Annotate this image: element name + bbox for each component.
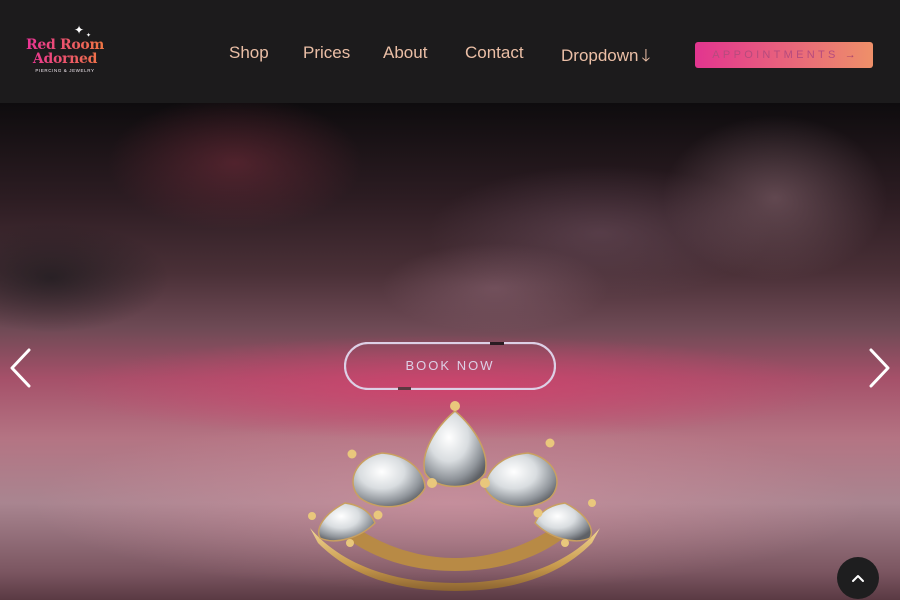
arrow-down-icon: 🡓 — [641, 46, 651, 65]
book-now-label: BOOK NOW — [405, 358, 495, 373]
brand-name-line2: Adorned — [22, 52, 108, 66]
hero-slider: BOOK NOW — [0, 103, 900, 600]
nav-dropdown-label: Dropdown — [561, 46, 639, 65]
brand-logo[interactable]: ✦ ✦ Red Room Adorned PIERCING & JEWELRY — [22, 23, 110, 80]
chevron-up-icon — [852, 575, 864, 582]
nav-dropdown-toggle[interactable]: Dropdown 🡓 — [561, 43, 651, 65]
appointments-button[interactable]: APPOINTMENTS → — [695, 42, 873, 68]
appointments-label: APPOINTMENTS — [712, 49, 839, 61]
book-now-button[interactable]: BOOK NOW — [344, 342, 556, 390]
arrow-right-icon: → — [844, 49, 856, 61]
nav-link-shop[interactable]: Shop — [229, 43, 269, 63]
nav-link-contact[interactable]: Contact — [465, 43, 524, 63]
nav-link-prices[interactable]: Prices — [303, 43, 350, 63]
nav-link-about[interactable]: About — [383, 43, 427, 63]
back-to-top-button[interactable] — [837, 557, 879, 599]
site-header: ✦ ✦ Red Room Adorned PIERCING & JEWELRY … — [0, 0, 900, 103]
jewelry-image — [300, 393, 610, 593]
chevron-right-icon[interactable] — [866, 346, 892, 390]
brand-tagline: PIERCING & JEWELRY — [35, 68, 95, 73]
brand-name-line1: Red Room — [22, 38, 108, 52]
chevron-left-icon[interactable] — [8, 346, 34, 390]
sparkle-icon: ✦ — [74, 23, 85, 37]
